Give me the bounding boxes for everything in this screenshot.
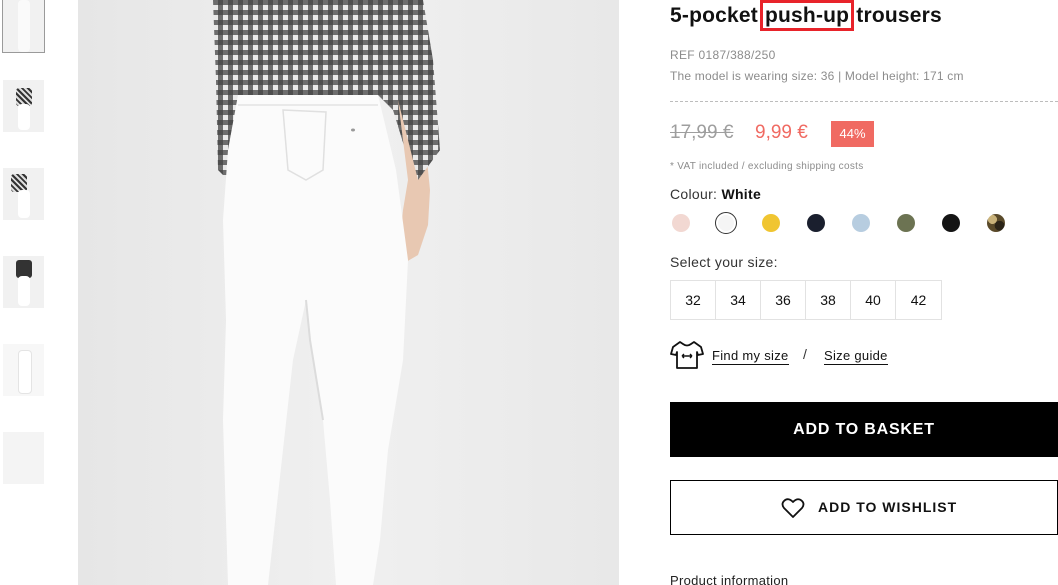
title-part-1: 5-pocket bbox=[670, 4, 764, 27]
main-product-image[interactable] bbox=[78, 0, 619, 585]
size-option-36[interactable]: 36 bbox=[761, 281, 806, 319]
colour-swatch-6[interactable] bbox=[897, 214, 915, 232]
colour-swatches bbox=[670, 212, 1058, 234]
thumbnail-2[interactable] bbox=[3, 80, 44, 132]
size-option-34[interactable]: 34 bbox=[716, 281, 761, 319]
size-guide-link[interactable]: Size guide bbox=[824, 348, 888, 365]
link-separator: / bbox=[803, 346, 807, 362]
thumbnail-3[interactable] bbox=[3, 168, 44, 220]
thumbnail-6[interactable] bbox=[3, 432, 44, 484]
product-reference: REF 0187/388/250 bbox=[670, 48, 776, 62]
size-option-32[interactable]: 32 bbox=[671, 281, 716, 319]
add-to-basket-button[interactable]: ADD TO BASKET bbox=[670, 402, 1058, 457]
title-highlight: push-up bbox=[759, 0, 855, 31]
thumbnail-1[interactable] bbox=[2, 0, 45, 53]
model-info: The model is wearing size: 36 | Model he… bbox=[670, 69, 964, 83]
size-label: Select your size: bbox=[670, 254, 778, 270]
title-part-2: trousers bbox=[850, 4, 942, 27]
add-to-wishlist-button[interactable]: ADD TO WISHLIST bbox=[670, 480, 1058, 535]
sale-price: 9,99 € bbox=[755, 122, 808, 143]
thumbnail-strip bbox=[0, 0, 50, 585]
colour-swatch-1[interactable] bbox=[672, 214, 690, 232]
tshirt-icon bbox=[670, 341, 704, 369]
size-option-42[interactable]: 42 bbox=[896, 281, 941, 319]
colour-label-text: Colour: bbox=[670, 186, 718, 202]
model-photo bbox=[78, 0, 619, 585]
find-my-size-link[interactable]: Find my size bbox=[712, 348, 789, 365]
colour-swatch-2[interactable] bbox=[715, 212, 737, 234]
colour-swatch-5[interactable] bbox=[852, 214, 870, 232]
vat-note: * VAT included / excluding shipping cost… bbox=[670, 161, 864, 172]
divider bbox=[670, 101, 1058, 102]
colour-swatch-4[interactable] bbox=[807, 214, 825, 232]
product-info-panel: 5-pocket push-up trousers REF 0187/388/2… bbox=[670, 0, 1058, 585]
colour-label: Colour: White bbox=[670, 186, 761, 202]
thumbnail-5[interactable] bbox=[3, 344, 44, 396]
heart-icon bbox=[781, 498, 805, 518]
product-information-heading[interactable]: Product information bbox=[670, 573, 788, 585]
fit-tools: Find my size / Size guide bbox=[670, 340, 1058, 372]
colour-swatch-3[interactable] bbox=[762, 214, 780, 232]
wishlist-label: ADD TO WISHLIST bbox=[818, 499, 958, 515]
colour-swatch-8[interactable] bbox=[987, 214, 1005, 232]
colour-swatch-7[interactable] bbox=[942, 214, 960, 232]
selected-colour: White bbox=[721, 186, 762, 202]
discount-badge: 44% bbox=[831, 121, 874, 147]
size-option-38[interactable]: 38 bbox=[806, 281, 851, 319]
size-selector: 32 34 36 38 40 42 bbox=[670, 280, 942, 320]
size-option-40[interactable]: 40 bbox=[851, 281, 896, 319]
thumbnail-4[interactable] bbox=[3, 256, 44, 308]
product-title: 5-pocket push-up trousers bbox=[670, 0, 942, 31]
original-price: 17,99 € bbox=[670, 122, 734, 143]
